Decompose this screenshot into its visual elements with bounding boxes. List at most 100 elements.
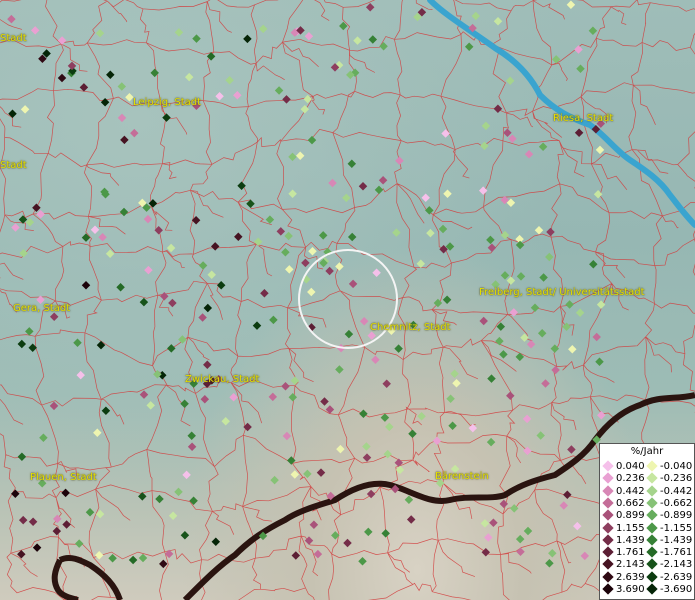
station-marker[interactable]	[573, 521, 582, 531]
station-marker[interactable]	[347, 159, 357, 169]
station-marker[interactable]	[117, 82, 127, 91]
station-marker[interactable]	[580, 551, 590, 561]
station-marker[interactable]	[320, 397, 329, 406]
station-marker[interactable]	[595, 357, 604, 367]
station-marker[interactable]	[203, 360, 212, 369]
station-marker[interactable]	[503, 128, 512, 138]
station-marker[interactable]	[551, 365, 560, 375]
station-marker[interactable]	[328, 178, 337, 188]
station-marker[interactable]	[506, 391, 515, 400]
station-marker[interactable]	[546, 227, 555, 237]
station-marker[interactable]	[545, 252, 554, 262]
station-marker[interactable]	[260, 288, 269, 298]
station-marker[interactable]	[30, 26, 40, 35]
station-marker[interactable]	[85, 507, 95, 517]
station-marker[interactable]	[215, 91, 224, 101]
station-marker[interactable]	[216, 281, 226, 290]
station-marker[interactable]	[493, 16, 503, 26]
station-marker[interactable]	[335, 262, 344, 271]
station-marker[interactable]	[36, 210, 45, 219]
station-marker[interactable]	[198, 313, 207, 322]
station-marker[interactable]	[489, 518, 498, 527]
station-marker[interactable]	[343, 538, 352, 548]
station-marker[interactable]	[574, 128, 584, 138]
station-marker[interactable]	[394, 458, 404, 467]
station-marker[interactable]	[52, 526, 62, 536]
station-marker[interactable]	[524, 149, 534, 159]
station-marker[interactable]	[537, 328, 547, 338]
station-marker[interactable]	[96, 340, 106, 350]
station-marker[interactable]	[365, 2, 375, 12]
station-marker[interactable]	[342, 193, 351, 203]
station-marker[interactable]	[281, 381, 290, 391]
station-marker[interactable]	[500, 271, 510, 280]
station-marker[interactable]	[20, 105, 30, 114]
station-marker[interactable]	[481, 121, 491, 131]
station-marker[interactable]	[258, 24, 268, 34]
station-marker[interactable]	[545, 558, 554, 568]
station-marker[interactable]	[358, 182, 368, 191]
station-marker[interactable]	[198, 261, 208, 270]
station-marker[interactable]	[567, 445, 576, 454]
station-marker[interactable]	[568, 345, 577, 354]
station-marker[interactable]	[416, 259, 426, 269]
station-marker[interactable]	[93, 428, 102, 438]
station-marker[interactable]	[182, 470, 191, 480]
station-marker[interactable]	[395, 156, 404, 166]
station-marker[interactable]	[432, 436, 442, 446]
station-marker[interactable]	[130, 128, 139, 138]
station-marker[interactable]	[192, 34, 201, 43]
station-marker[interactable]	[309, 520, 319, 529]
station-marker[interactable]	[7, 14, 16, 24]
station-marker[interactable]	[344, 329, 354, 339]
station-marker[interactable]	[174, 487, 183, 497]
station-marker[interactable]	[394, 344, 403, 353]
station-marker[interactable]	[368, 35, 378, 44]
station-marker[interactable]	[284, 231, 293, 241]
station-marker[interactable]	[67, 61, 77, 71]
station-marker[interactable]	[233, 90, 242, 100]
station-marker[interactable]	[484, 533, 493, 542]
station-marker[interactable]	[180, 531, 190, 540]
station-marker[interactable]	[505, 76, 515, 85]
station-marker[interactable]	[28, 517, 38, 527]
station-marker[interactable]	[189, 496, 198, 506]
station-marker[interactable]	[53, 514, 62, 524]
station-marker[interactable]	[269, 315, 278, 325]
station-marker[interactable]	[379, 41, 388, 51]
station-marker[interactable]	[441, 129, 450, 138]
station-marker[interactable]	[448, 421, 457, 431]
station-marker[interactable]	[308, 246, 317, 256]
station-marker[interactable]	[450, 369, 459, 378]
station-marker[interactable]	[268, 392, 278, 402]
station-marker[interactable]	[426, 228, 435, 238]
station-marker[interactable]	[538, 142, 548, 151]
station-marker[interactable]	[101, 406, 111, 415]
station-marker[interactable]	[120, 135, 129, 145]
station-marker[interactable]	[32, 203, 41, 212]
station-marker[interactable]	[229, 392, 238, 402]
station-marker[interactable]	[160, 292, 169, 301]
station-marker[interactable]	[509, 308, 519, 317]
station-marker[interactable]	[307, 287, 316, 297]
station-marker[interactable]	[11, 489, 20, 499]
station-marker[interactable]	[526, 339, 536, 349]
station-marker[interactable]	[203, 303, 213, 313]
station-marker[interactable]	[95, 29, 105, 38]
station-marker[interactable]	[17, 339, 27, 349]
station-marker[interactable]	[589, 260, 598, 269]
station-marker[interactable]	[493, 104, 503, 114]
station-marker[interactable]	[408, 429, 417, 439]
station-marker[interactable]	[287, 456, 296, 465]
station-marker[interactable]	[210, 242, 220, 251]
station-marker[interactable]	[515, 534, 525, 544]
station-marker[interactable]	[303, 94, 312, 104]
station-marker[interactable]	[81, 280, 91, 290]
station-marker[interactable]	[382, 379, 391, 388]
station-marker[interactable]	[17, 452, 27, 462]
station-marker[interactable]	[438, 224, 448, 234]
station-marker[interactable]	[200, 394, 210, 404]
station-marker[interactable]	[522, 414, 532, 424]
station-marker[interactable]	[374, 185, 384, 195]
station-marker[interactable]	[335, 365, 344, 374]
